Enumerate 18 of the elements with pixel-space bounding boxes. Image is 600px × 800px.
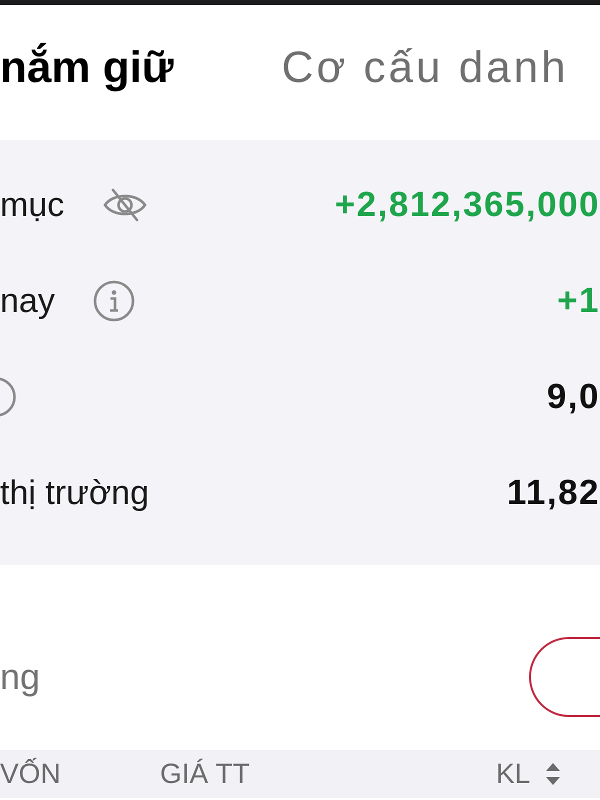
tab[interactable]: nắm giữ <box>0 42 174 94</box>
summary-label: nay <box>0 282 55 320</box>
column-header: VỐN <box>0 758 61 790</box>
eye-slash-icon[interactable] <box>102 188 148 222</box>
summary-value: +2,812,365,000 <box>334 185 600 225</box>
outline-button[interactable] <box>529 637 600 717</box>
summary-label: mục <box>0 186 64 224</box>
info-icon[interactable] <box>92 280 135 322</box>
section-title: ng <box>0 656 40 698</box>
summary-value: 11,82 <box>506 473 600 513</box>
summary-value: +1 <box>557 281 600 321</box>
column-header: GIÁ TT <box>160 758 250 790</box>
summary-label: thị trường <box>0 474 149 512</box>
ring-icon[interactable] <box>0 377 16 417</box>
sort-icon[interactable] <box>545 762 562 786</box>
summary-value: 9,0 <box>546 377 600 417</box>
tab[interactable]: Cơ cấu danh <box>282 42 569 94</box>
column-header[interactable]: KL <box>496 758 530 790</box>
